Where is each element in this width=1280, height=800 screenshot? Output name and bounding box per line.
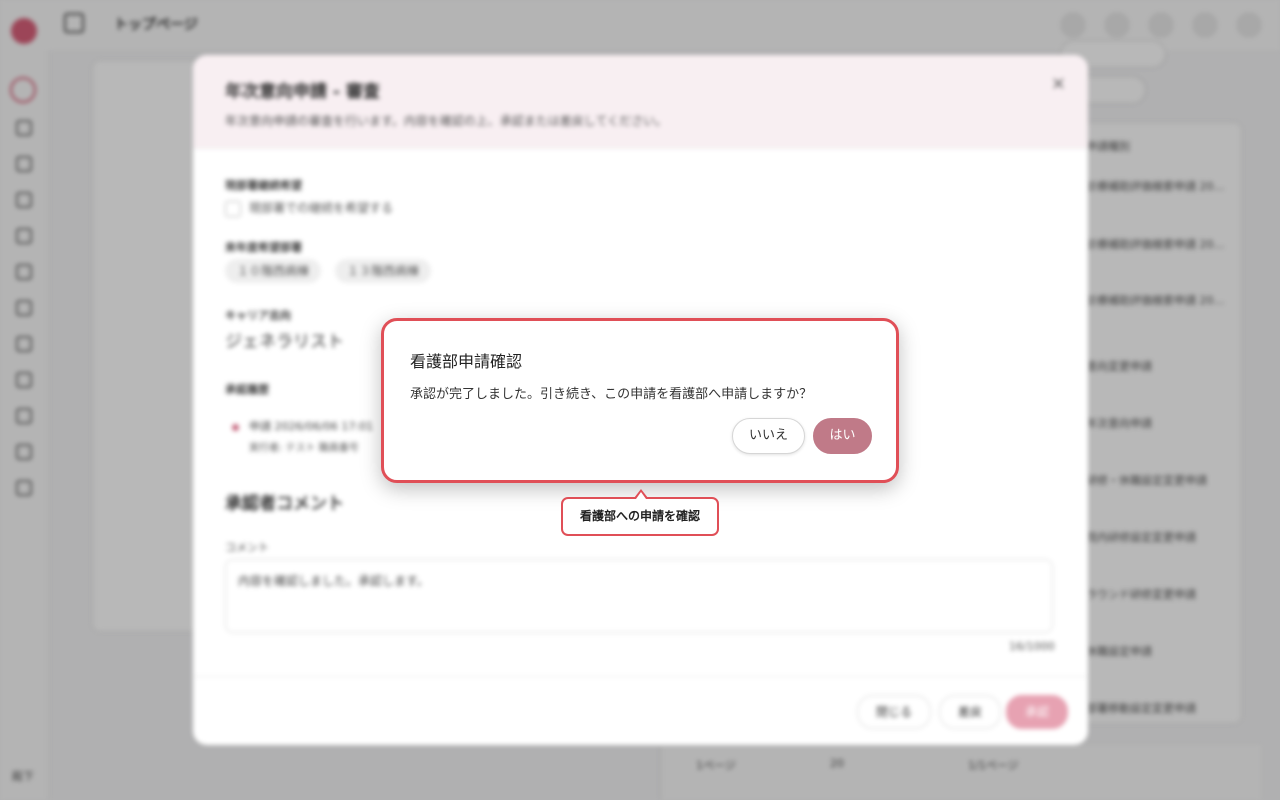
yes-button[interactable]: はい bbox=[813, 418, 872, 454]
modal-title: 年次意向申請 - 審査 bbox=[225, 82, 380, 102]
annotation-callout: 看護部への申請を確認 bbox=[561, 497, 719, 536]
modal-header: 年次意向申請 - 審査 年次意向申請の審査を行います。内容を確認の上、承認または… bbox=[193, 55, 1088, 149]
approve-button[interactable]: 承認 bbox=[1006, 695, 1069, 729]
comment-heading: 承認者コメント bbox=[225, 494, 344, 514]
history-actor: 実行者: テスト 職員番号 bbox=[249, 443, 359, 454]
comment-label: コメント bbox=[225, 541, 269, 554]
nursing-confirm-dialog: 看護部申請確認 承認が完了しました。引き続き、この申請を看護部へ申請しますか？ … bbox=[381, 318, 899, 483]
confirm-message: 承認が完了しました。引き続き、この申請を看護部へ申請しますか？ bbox=[410, 387, 813, 402]
modal-subtitle: 年次意向申請の審査を行います。内容を確認の上、承認または差戻してください。 bbox=[225, 114, 668, 128]
close-icon[interactable]: × bbox=[1051, 73, 1066, 94]
comment-char-count: 16/1000 bbox=[1009, 640, 1055, 653]
dept-continue-label: 現部署継続希望 bbox=[225, 179, 302, 192]
dept-continue-checkbox[interactable] bbox=[225, 201, 241, 217]
career-label: キャリア志向 bbox=[225, 309, 291, 322]
callout-pointer-inner bbox=[636, 492, 646, 499]
dept-chip: １０階西病棟 bbox=[225, 259, 322, 283]
comment-textarea[interactable]: 内容を確認しました。承認します。 bbox=[225, 559, 1053, 633]
no-button[interactable]: いいえ bbox=[732, 418, 805, 454]
career-value: ジェネラリスト bbox=[225, 332, 344, 352]
history-label: 承認履歴 bbox=[225, 383, 269, 396]
history-entry: 申請 2026/06/06 17:01 bbox=[249, 420, 374, 433]
close-button[interactable]: 閉じる bbox=[857, 695, 932, 729]
next-dept-label: 来年度希望部署 bbox=[225, 241, 302, 254]
history-dot-icon bbox=[232, 424, 239, 431]
dept-chip: １３階西病棟 bbox=[335, 259, 432, 283]
reject-button[interactable]: 差戻 bbox=[939, 695, 1002, 729]
dept-continue-checkbox-label: 現部署での継続を希望する bbox=[249, 201, 394, 215]
confirm-title: 看護部申請確認 bbox=[410, 352, 523, 371]
